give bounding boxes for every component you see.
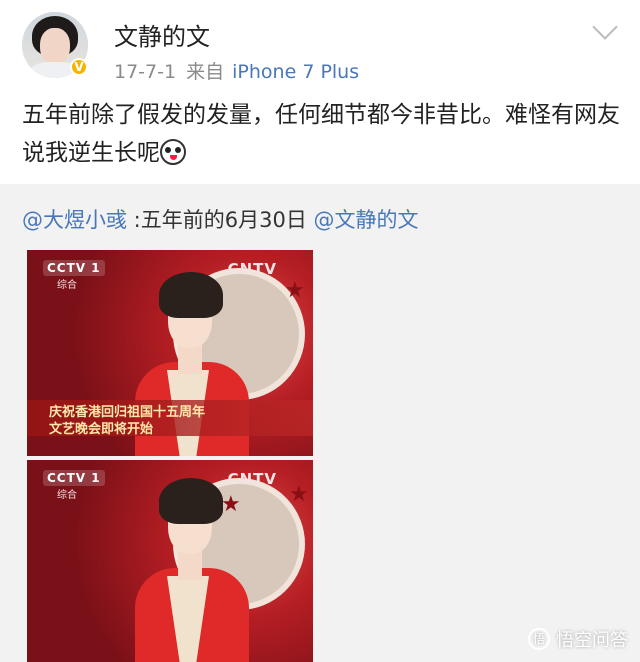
- post-meta: 17-7-1 来自 iPhone 7 Plus: [114, 57, 359, 84]
- post-body: 五年前除了假发的发量，任何细节都今非昔比。难怪有网友说我逆生长呢: [22, 102, 620, 166]
- tv-caption: 庆祝香港回归祖国十五周年 文艺晚会即将开始: [27, 400, 313, 437]
- caption-line-2: 文艺晚会即将开始: [49, 422, 154, 437]
- chevron-down-icon[interactable]: [592, 14, 618, 40]
- source-device-link[interactable]: iPhone 7 Plus: [232, 61, 359, 83]
- repost-author-mention[interactable]: @大煜小彧: [22, 208, 127, 232]
- repost-card[interactable]: @大煜小彧 :五年前的6月30日 @文静的文 ★ CCTV 1 综合 CNTV …: [0, 184, 640, 662]
- cctv-logo: CCTV 1: [43, 470, 105, 486]
- wukong-watermark: 悟 悟空问答: [528, 626, 628, 652]
- verified-badge-icon: V: [70, 58, 88, 76]
- repost-body: :五年前的6月30日: [127, 208, 314, 232]
- repost-image-2[interactable]: ★ ★ CCTV 1 综合 CNTV: [27, 460, 313, 662]
- cntv-logo: CNTV: [227, 260, 277, 278]
- watermark-text: 悟空问答: [556, 630, 628, 651]
- cctv-logo: CCTV 1: [43, 260, 105, 276]
- wukong-logo-icon: 悟: [528, 628, 550, 650]
- cntv-logo: CNTV: [227, 470, 277, 488]
- repost-text: @大煜小彧 :五年前的6月30日 @文静的文: [22, 204, 419, 234]
- channel-sub-logo: 综合: [57, 490, 77, 501]
- emoji-icon: [160, 139, 186, 165]
- username[interactable]: 文静的文: [114, 17, 210, 52]
- post-header: V 文静的文 17-7-1 来自 iPhone 7 Plus: [0, 0, 640, 92]
- post-time: 17-7-1: [114, 61, 177, 83]
- post-text: 五年前除了假发的发量，任何细节都今非昔比。难怪有网友说我逆生长呢: [22, 96, 622, 172]
- source-prefix: 来自: [186, 61, 225, 83]
- repost-image-1[interactable]: ★ CCTV 1 综合 CNTV 庆祝香港回归祖国十五周年 文艺晚会即将开始: [27, 250, 313, 456]
- channel-sub-logo: 综合: [57, 280, 77, 291]
- repost-target-mention[interactable]: @文静的文: [314, 208, 419, 232]
